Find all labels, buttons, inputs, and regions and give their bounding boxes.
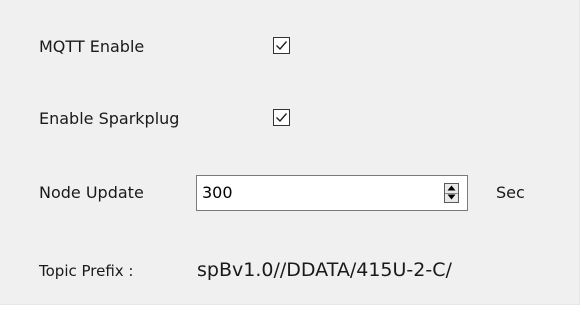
mqtt-enable-checkbox[interactable] [273, 37, 290, 54]
mqtt-enable-label: MQTT Enable [39, 37, 145, 56]
enable-sparkplug-checkbox[interactable] [273, 109, 290, 126]
node-update-spinbox[interactable]: 300 [196, 175, 468, 211]
arrow-down-icon [447, 194, 456, 200]
node-update-value[interactable]: 300 [202, 183, 233, 203]
topic-prefix-label: Topic Prefix : [39, 262, 134, 280]
node-update-unit: Sec [496, 183, 525, 202]
spin-down-button[interactable] [445, 193, 458, 202]
arrow-up-icon [447, 185, 456, 191]
enable-sparkplug-label: Enable Sparkplug [39, 109, 180, 128]
checkmark-icon [276, 41, 288, 51]
spin-buttons [444, 183, 459, 203]
checkmark-icon [276, 113, 288, 123]
settings-panel: MQTT Enable Enable Sparkplug Node Update… [0, 0, 580, 305]
node-update-label: Node Update [39, 183, 144, 202]
topic-prefix-value: spBv1.0//DDATA/415U-2-C/ [197, 259, 452, 281]
